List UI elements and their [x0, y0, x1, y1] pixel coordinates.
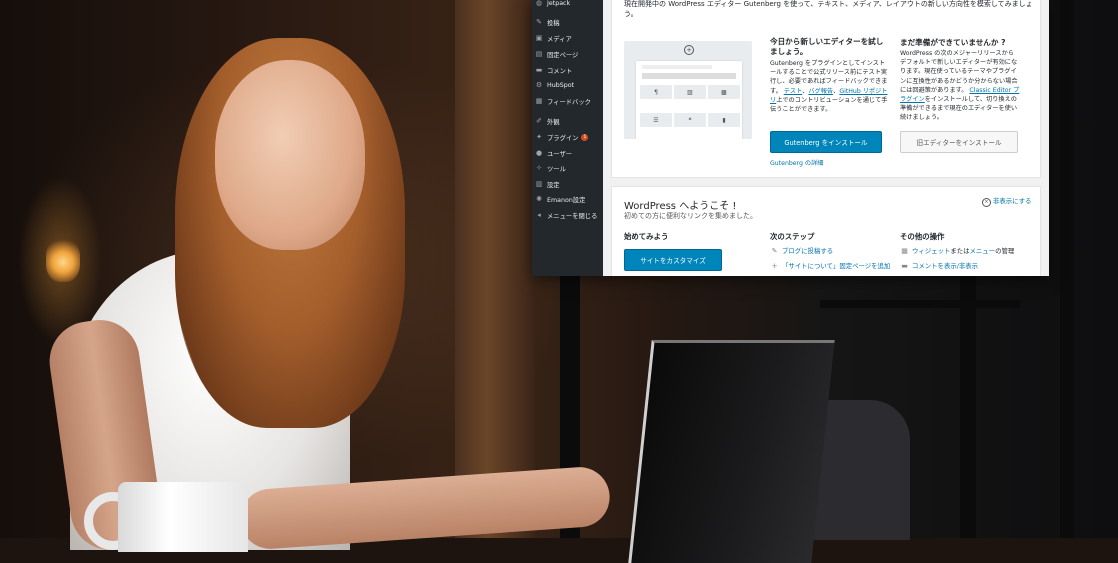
list-block-icon: ☰	[640, 113, 672, 127]
sidebar-item-tools[interactable]: ✧ ツール	[532, 161, 603, 175]
laptop	[628, 340, 835, 563]
window-frame	[820, 300, 1020, 308]
next-steps-heading: 次のステップ	[770, 232, 815, 241]
sidebar-item-label: メニューを閉じる	[547, 212, 598, 220]
install-classic-editor-button[interactable]: 旧エディターをインストール	[900, 131, 1018, 153]
paragraph-block-icon: ¶	[640, 85, 672, 99]
sidebar-item-page[interactable]: ▤ 固定ページ	[532, 47, 603, 61]
add-about-page-link[interactable]: + 「サイトについて」固定ページを追加	[770, 261, 891, 270]
bug-report-link[interactable]: バグ報告	[808, 88, 833, 95]
sidebar-item-hubspot[interactable]: ⚙ HubSpot	[532, 78, 603, 92]
sidebar-item-emanon-settings[interactable]: ✺ Emanon設定	[532, 192, 603, 206]
sidebar-item-users[interactable]: ● ユーザー	[532, 146, 603, 160]
try-description: Gutenberg をプラグインとしてインストールすることで公式リリース前にテス…	[770, 60, 888, 114]
sidebar-item-label: ユーザー	[547, 150, 573, 158]
gallery-block-icon: ▩	[708, 85, 740, 99]
sidebar-item-label: Emanon設定	[547, 196, 586, 204]
dismiss-link[interactable]: × 非表示にする	[982, 196, 1031, 207]
comments-icon: ▬	[901, 262, 908, 270]
appearance-icon: ✐	[536, 117, 542, 125]
editor-illustration: + ¶ ▨ ▩ ☰ ❝ ▮	[624, 41, 752, 139]
hubspot-icon: ⚙	[535, 81, 543, 89]
update-count-badge: 1	[581, 133, 589, 141]
plus-icon: +	[771, 262, 778, 270]
menus-link[interactable]: メニュー	[970, 247, 996, 255]
sidebar-item-label: フィードバック	[547, 98, 591, 106]
sidebar-item-label: Jetpack	[547, 0, 571, 7]
gutenberg-panel: 現在開発中の WordPress エディター Gutenberg を使って、テキ…	[611, 0, 1041, 178]
dashboard-content: 現在開発中の WordPress エディター Gutenberg を使って、テキ…	[603, 0, 1049, 276]
sidebar-item-label: 外観	[547, 118, 560, 126]
try-title: 今日から新しいエディターを試しましょう。	[770, 37, 884, 56]
gutenberg-details-link[interactable]: Gutenberg の詳細	[770, 158, 824, 167]
settings-icon: ▥	[535, 180, 543, 188]
quote-block-icon: ❝	[674, 113, 706, 127]
media-icon: ▣	[535, 34, 543, 42]
write-blog-post-link[interactable]: ✎ ブログに投稿する	[770, 246, 834, 255]
sidebar-item-collapse-menu[interactable]: ◂ メニューを閉じる	[532, 208, 603, 222]
emanon-settings-icon: ✺	[536, 195, 542, 203]
sidebar-item-appearance[interactable]: ✐ 外観	[532, 114, 603, 128]
wood-beam	[455, 0, 535, 538]
sidebar-item-pin[interactable]: ✎ 投稿	[532, 15, 603, 29]
manage-widgets-menus: ▦ ウィジェットまたはメニューの管理	[901, 247, 1015, 255]
collapse-menu-icon: ◂	[537, 211, 541, 219]
more-actions-heading: その他の操作	[900, 232, 945, 241]
sidebar-item-label: 設定	[547, 181, 560, 189]
plugin-icon: ✦	[536, 133, 542, 141]
widgets-link[interactable]: ウィジェット	[912, 247, 950, 255]
placeholder-bar	[642, 73, 736, 79]
edit-page-icon: ✎	[771, 247, 778, 255]
editor-canvas: ¶ ▨ ▩ ☰ ❝ ▮	[636, 61, 742, 139]
image-block-icon: ▨	[674, 85, 706, 99]
sidebar-item-comment[interactable]: ▬ コメント	[532, 63, 603, 77]
woman-face	[215, 60, 365, 250]
window-frame	[1060, 0, 1074, 538]
feedback-icon: ▦	[535, 97, 543, 105]
sidebar-item-label: 投稿	[547, 19, 560, 27]
users-icon: ●	[535, 149, 543, 157]
sidebar-item-plugin[interactable]: ✦ プラグイン 1	[532, 130, 603, 144]
plus-icon: +	[684, 45, 694, 55]
ready-description: WordPress の次のメジャーリリースからデフォルトで新しいエディターが有効…	[900, 50, 1020, 122]
sidebar-item-label: メディア	[547, 35, 572, 43]
sidebar-item-label: 固定ページ	[547, 51, 579, 59]
sidebar-item-feedback[interactable]: ▦ フィードバック	[532, 94, 603, 108]
file-block-icon: ▮	[708, 113, 740, 127]
sidebar-item-label: HubSpot	[547, 81, 575, 89]
get-started-heading: 始めてみよう	[624, 232, 669, 241]
comment-icon: ▬	[535, 66, 543, 74]
sidebar-item-label: ツール	[547, 165, 566, 173]
pin-icon: ✎	[536, 18, 542, 26]
coffee-cup	[118, 482, 248, 552]
sidebar-item-label: コメント	[547, 67, 573, 75]
dismiss-icon: ×	[982, 198, 991, 207]
wp-admin-window: ◍ Jetpack ✎ 投稿 ▣ メディア ▤ 固定ページ ▬ コメント ⚙ HubSpot ▦ フィード…	[532, 0, 1049, 276]
install-gutenberg-button[interactable]: Gutenberg をインストール	[770, 131, 882, 153]
sidebar-item-media[interactable]: ▣ メディア	[532, 31, 603, 45]
gutenberg-intro: 現在開発中の WordPress エディター Gutenberg を使って、テキ…	[624, 0, 1033, 18]
sidebar-item-jetpack[interactable]: ◍ Jetpack	[532, 0, 603, 10]
admin-sidebar: ◍ Jetpack ✎ 投稿 ▣ メディア ▤ 固定ページ ▬ コメント ⚙ HubSpot ▦ フィード…	[532, 0, 603, 276]
lamp	[46, 238, 80, 282]
welcome-title: WordPress へようこそ !	[624, 201, 737, 212]
welcome-panel: WordPress へようこそ ! 初めての方に便利なリンクを集めました。 × 非…	[611, 186, 1041, 276]
widgets-icon: ▦	[901, 247, 908, 255]
sidebar-item-label: プラグイン	[547, 134, 579, 142]
tools-icon: ✧	[536, 164, 542, 172]
welcome-subtitle: 初めての方に便利なリンクを集めました。	[624, 212, 757, 220]
placeholder-bar	[642, 65, 712, 69]
jetpack-icon: ◍	[535, 0, 543, 7]
sidebar-item-settings[interactable]: ▥ 設定	[532, 177, 603, 191]
test-link[interactable]: テスト	[784, 88, 802, 95]
customize-site-button[interactable]: サイトをカスタマイズ	[624, 249, 722, 271]
page-icon: ▤	[535, 50, 543, 58]
toggle-comments-link[interactable]: ▬ コメントを表示/非表示	[900, 261, 978, 270]
ready-title: まだ準備ができていませんか ?	[900, 38, 1006, 47]
